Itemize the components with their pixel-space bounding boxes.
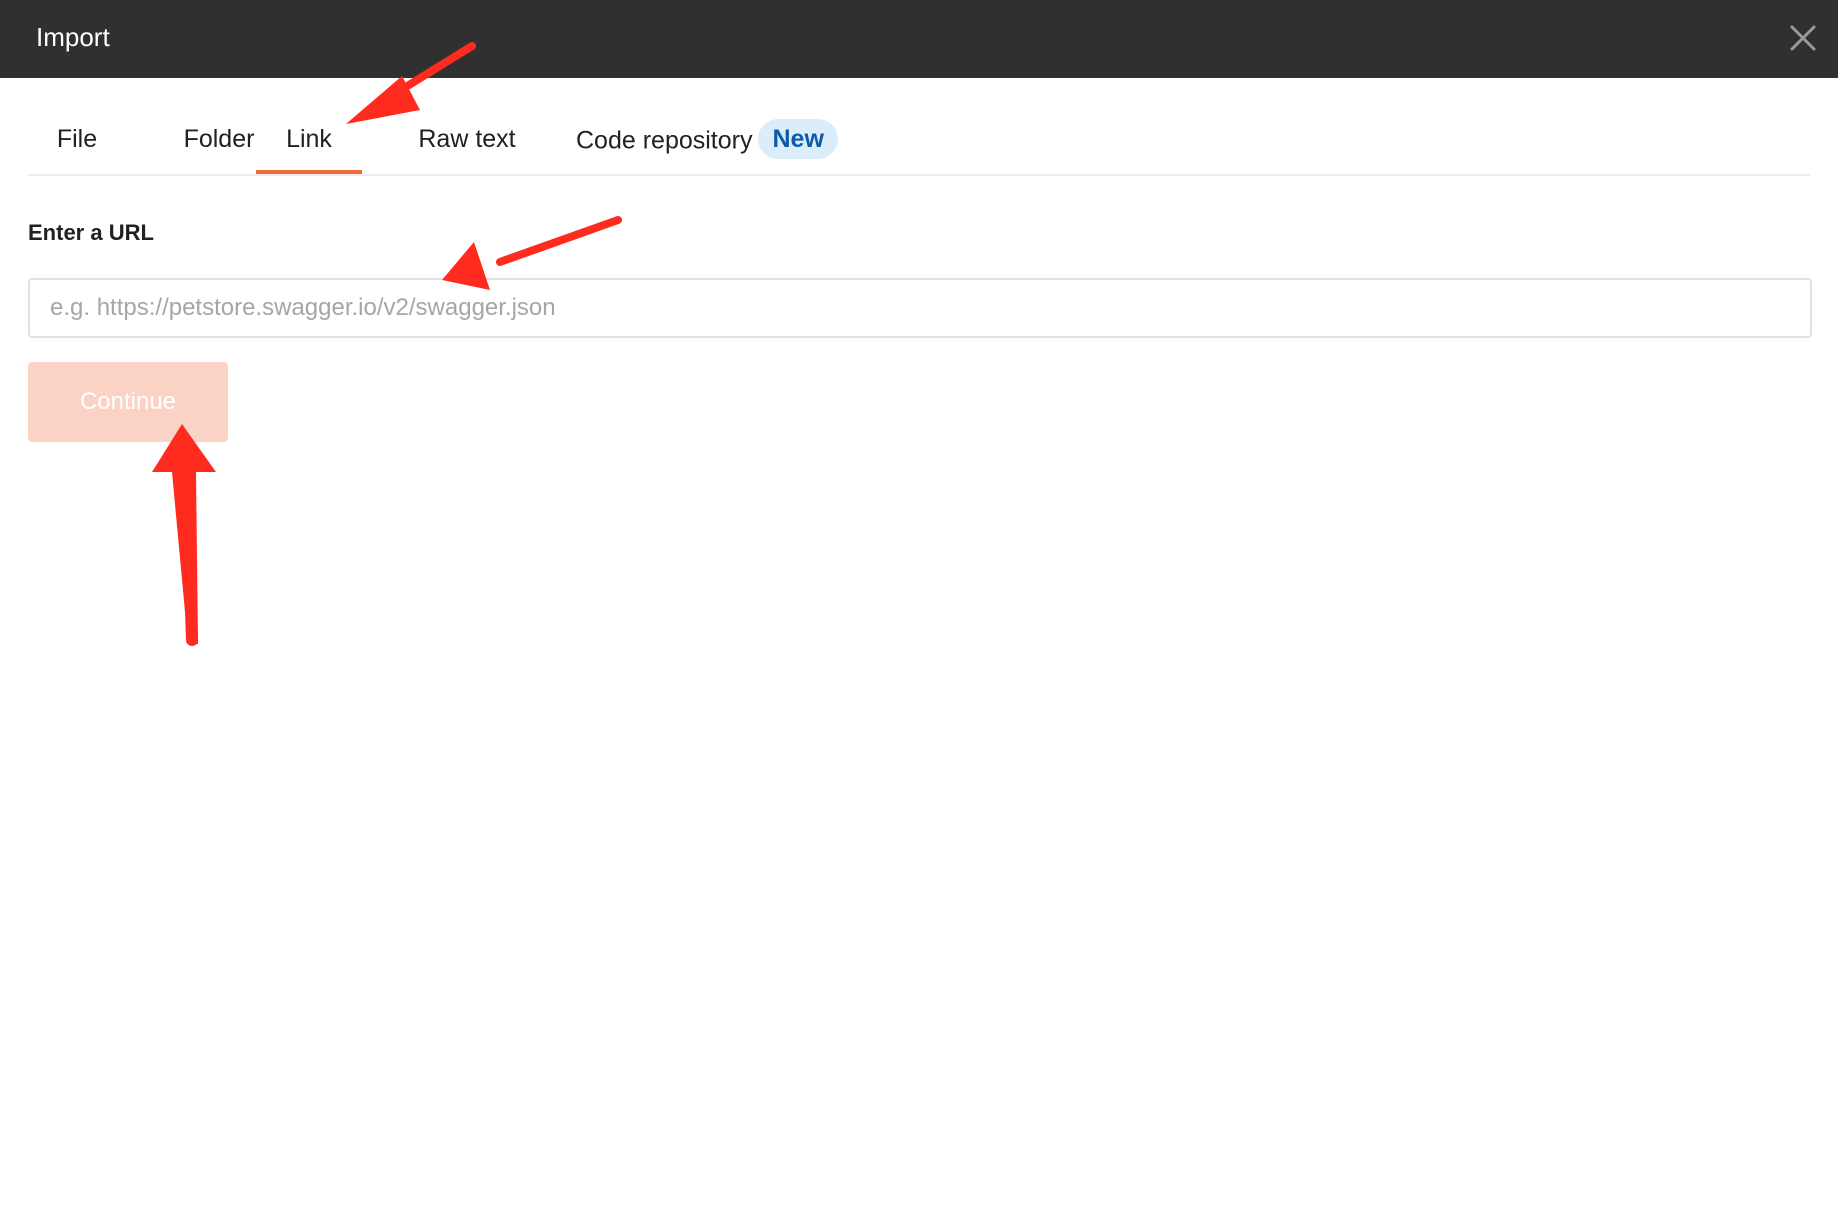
close-icon: [1790, 25, 1816, 51]
tab-file[interactable]: File: [28, 122, 126, 174]
arrow-to-continue-button: [152, 424, 216, 646]
continue-button[interactable]: Continue: [28, 362, 228, 442]
dialog-title: Import: [36, 22, 110, 52]
import-dialog: Import File Folder Link Raw text Code re…: [0, 0, 1838, 1214]
tab-code-repository-label: Code repository: [576, 126, 753, 155]
tab-raw-text[interactable]: Raw text: [390, 122, 544, 174]
new-badge: New: [758, 119, 838, 159]
import-tabs: File Folder Link Raw text Code repositor…: [28, 78, 1810, 176]
close-button[interactable]: [1784, 19, 1822, 57]
tab-link[interactable]: Link: [256, 122, 362, 174]
url-input[interactable]: [28, 278, 1812, 338]
tab-code-repository[interactable]: Code repository New: [542, 119, 852, 174]
annotation-arrows: [152, 42, 622, 646]
dialog-header: Import: [0, 0, 1838, 78]
url-field-label: Enter a URL: [28, 220, 154, 245]
